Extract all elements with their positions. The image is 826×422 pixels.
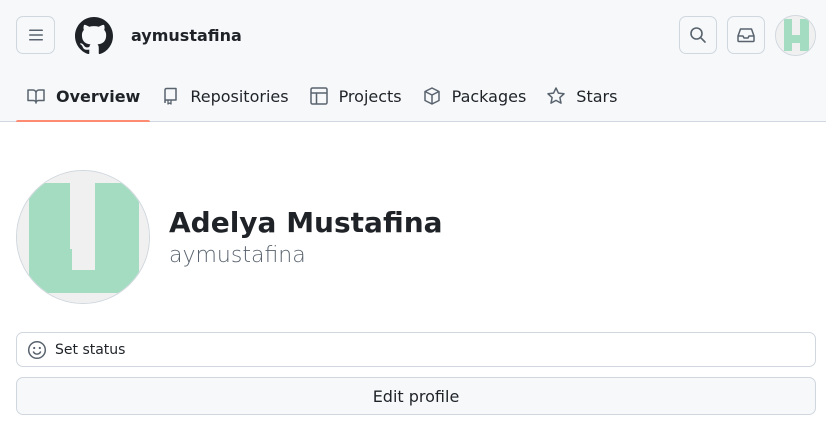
menu-button[interactable]	[16, 16, 55, 54]
tab-stars[interactable]: Stars	[536, 70, 627, 122]
hamburger-icon	[28, 29, 43, 41]
tab-label: Overview	[56, 86, 141, 106]
tab-label: Stars	[576, 86, 618, 106]
github-logo-icon[interactable]	[75, 17, 113, 55]
tab-label: Projects	[338, 86, 402, 106]
profile-tabs: Overview Repositories Projects Packages …	[16, 70, 627, 122]
identicon-avatar	[17, 171, 149, 303]
tab-overview[interactable]: Overview	[16, 70, 151, 122]
app-header: aymustafina Overview Repositories Projec…	[0, 0, 826, 122]
profile-login: aymustafina	[169, 243, 306, 268]
edit-profile-label: Edit profile	[372, 386, 460, 406]
set-status-button[interactable]: Set status	[16, 332, 816, 367]
identicon-avatar	[776, 16, 815, 55]
smiley-icon	[27, 340, 47, 359]
set-status-label: Set status	[55, 341, 126, 358]
inbox-icon	[737, 28, 755, 43]
search-icon	[690, 27, 706, 43]
tab-projects[interactable]: Projects	[299, 70, 412, 122]
repo-icon	[160, 86, 180, 106]
tab-packages[interactable]: Packages	[412, 70, 537, 122]
search-button[interactable]	[679, 16, 717, 54]
tab-repositories[interactable]: Repositories	[150, 70, 298, 122]
tab-label: Packages	[451, 86, 527, 106]
edit-profile-button[interactable]: Edit profile	[16, 377, 816, 415]
table-icon	[309, 86, 329, 106]
star-icon	[546, 86, 566, 106]
header-avatar[interactable]	[775, 15, 816, 56]
inbox-button[interactable]	[727, 16, 765, 54]
tab-label: Repositories	[190, 86, 289, 106]
profile-full-name: Adelya Mustafina	[169, 206, 443, 239]
profile-avatar[interactable]	[16, 170, 150, 304]
package-icon	[422, 86, 442, 106]
header-username[interactable]: aymustafina	[131, 26, 242, 46]
book-icon	[26, 86, 46, 106]
